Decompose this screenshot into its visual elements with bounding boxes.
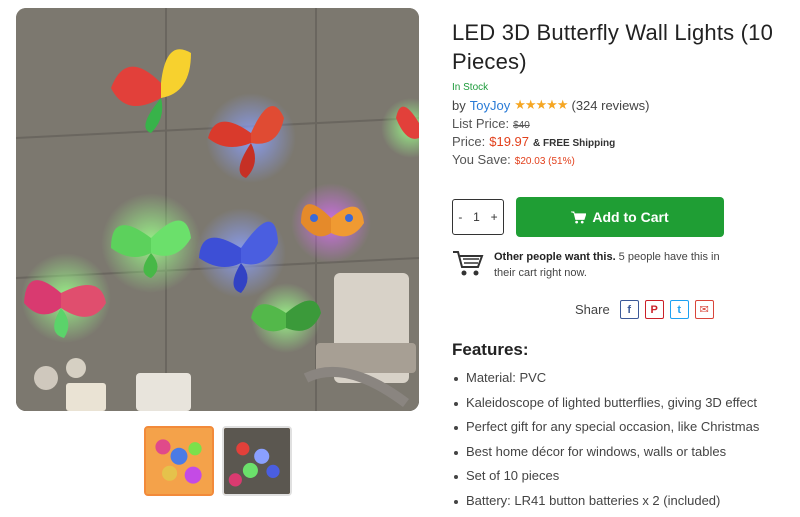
by-label: by (452, 97, 466, 113)
save-label: You Save: (452, 152, 511, 167)
savings-row: You Save: $20.03 (51%) (452, 152, 797, 167)
thumbnail-1-image (146, 428, 212, 494)
thumbnail-2[interactable] (222, 426, 292, 496)
quantity-stepper: - 1 + (452, 199, 504, 235)
feature-item: Perfect gift for any special occasion, l… (452, 415, 797, 440)
price-row: Price: $19.97 & FREE Shipping (452, 134, 797, 149)
facebook-share-icon[interactable]: f (619, 300, 639, 319)
features-section: Features: Material: PVC Kaleidoscope of … (452, 340, 797, 514)
reviews-count[interactable]: (324 reviews) (571, 98, 649, 113)
thumbnail-2-image (224, 428, 290, 494)
shopping-cart-icon (453, 251, 484, 276)
pinterest-share-icon[interactable]: P (644, 300, 664, 319)
qty-value[interactable]: 1 (473, 210, 480, 224)
add-to-cart-button[interactable]: Add to Cart (516, 197, 724, 237)
product-info: LED 3D Butterfly Wall Lights (10 Pieces)… (452, 18, 797, 167)
feature-item: Battery: LR41 button batteries x 2 (incl… (452, 489, 797, 514)
product-title: LED 3D Butterfly Wall Lights (10 Pieces) (452, 20, 774, 74)
feature-item: Material: PVC (452, 366, 797, 391)
feature-item: Best home décor for windows, walls or ta… (452, 440, 797, 465)
cart-icon (571, 210, 587, 224)
list-price-row: List Price: $40 (452, 116, 797, 131)
email-share-icon[interactable]: ✉ (694, 300, 714, 319)
thumbnail-strip (144, 426, 292, 496)
price-label: Price: (452, 134, 486, 149)
butterfly-photo (16, 8, 419, 411)
brand-link[interactable]: ToyJoy (470, 98, 510, 113)
qty-plus-button[interactable]: + (491, 210, 498, 224)
buy-row: - 1 + Add to Cart (452, 197, 724, 237)
list-price: $40 (513, 120, 530, 131)
save-value: $20.03 (51%) (514, 156, 575, 167)
star-rating[interactable]: ★★★★★ (514, 97, 568, 113)
social-proof: Other people want this. 5 people have th… (452, 249, 737, 281)
share-label: Share (575, 302, 610, 317)
byline: by ToyJoy ★★★★★ (324 reviews) (452, 97, 797, 113)
features-list: Material: PVC Kaleidoscope of lighted bu… (452, 366, 797, 514)
qty-minus-button[interactable]: - (458, 210, 462, 224)
feature-item: Kaleidoscope of lighted butterflies, giv… (452, 391, 797, 416)
stock-status: In Stock (452, 82, 489, 93)
social-proof-strong: Other people want this. (494, 251, 616, 263)
price: $19.97 (489, 134, 529, 149)
add-to-cart-label: Add to Cart (592, 209, 669, 225)
social-proof-text: Other people want this. 5 people have th… (494, 249, 737, 281)
thumbnail-1[interactable] (144, 426, 214, 496)
share-row: Share f P t ✉ (575, 300, 714, 319)
feature-item: Set of 10 pieces (452, 464, 797, 489)
list-price-label: List Price: (452, 116, 510, 131)
free-shipping: & FREE Shipping (533, 138, 616, 149)
features-heading: Features: (452, 340, 529, 359)
twitter-share-icon[interactable]: t (669, 300, 689, 319)
product-main-image[interactable] (16, 8, 419, 411)
